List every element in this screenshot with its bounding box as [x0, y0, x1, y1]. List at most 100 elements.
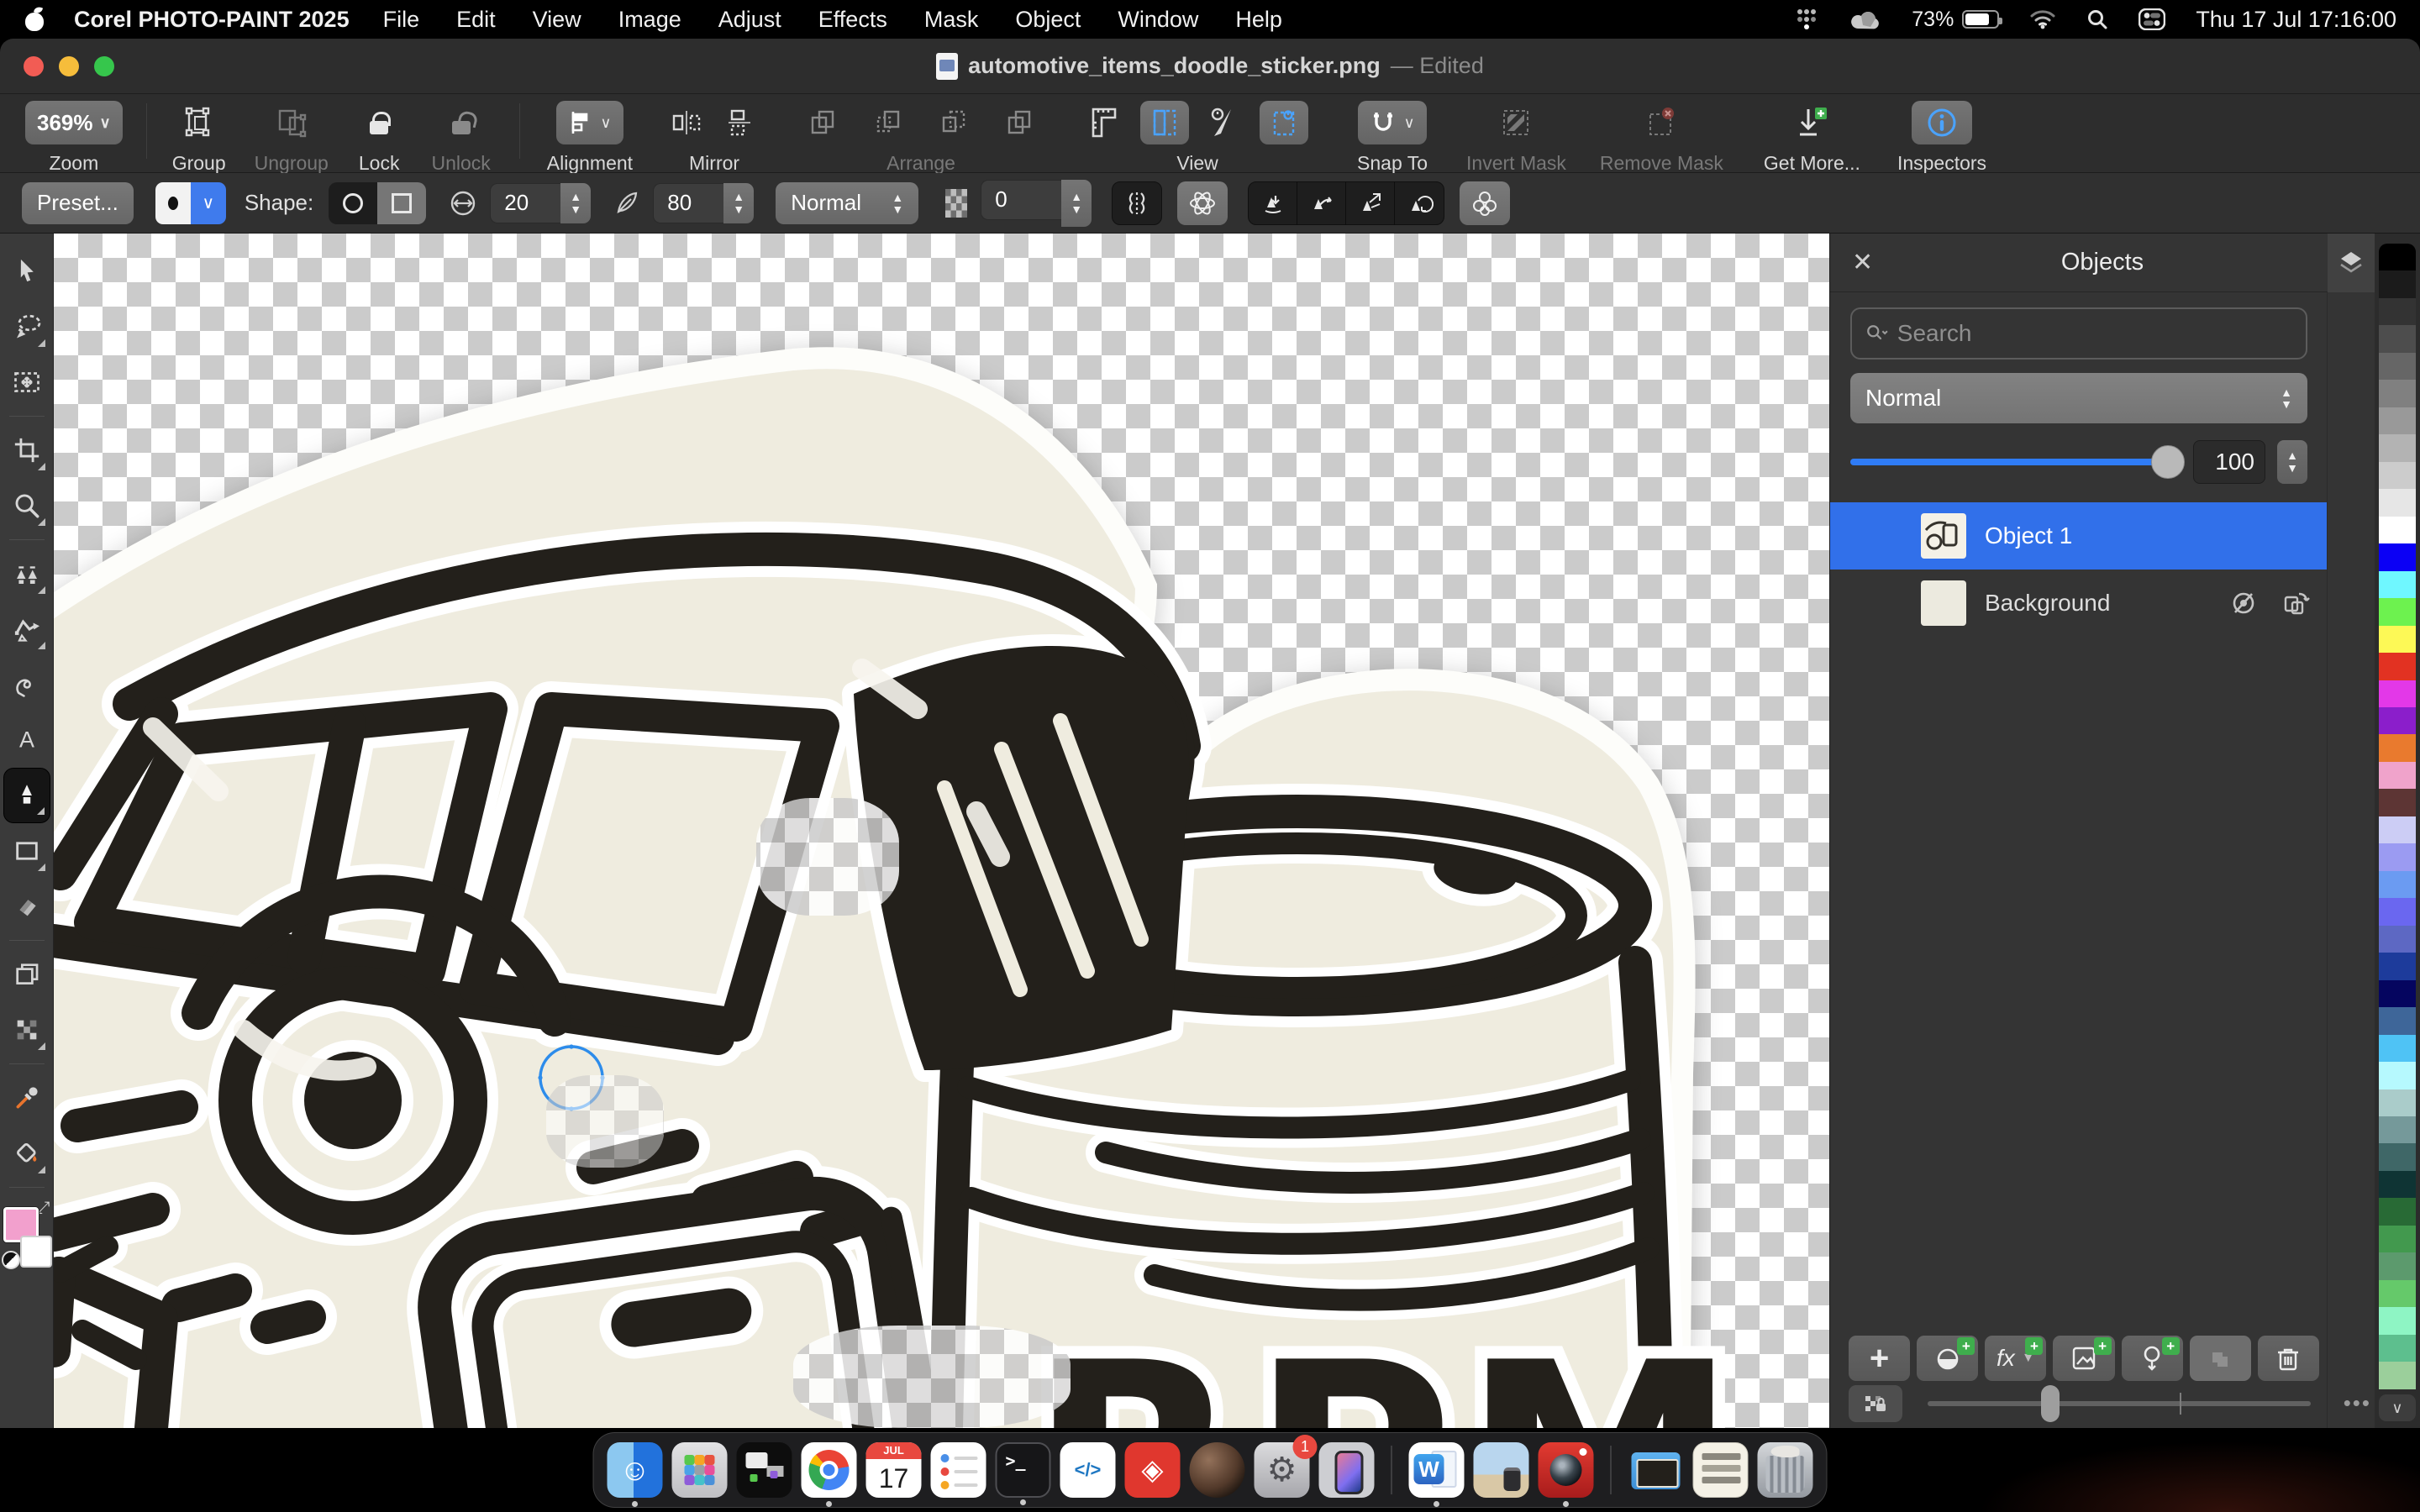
drop-shadow-button[interactable]: + [2122, 1336, 2183, 1381]
palette-swatch[interactable] [2379, 244, 2416, 270]
dock-icon-terminal[interactable]: >_ [996, 1442, 1051, 1498]
menu-clock[interactable]: Thu 17 Jul 17:16:00 [2196, 7, 2396, 33]
more-options-button[interactable]: ••• [2344, 1390, 2371, 1416]
palette-swatch[interactable] [2379, 598, 2416, 625]
palette-swatch[interactable] [2379, 1307, 2416, 1334]
swap-colors-icon[interactable]: ⤢ [37, 1199, 50, 1218]
opacity-stepper[interactable]: ▲▼ [2277, 440, 2307, 484]
dock-icon-vscode[interactable]: </> [1060, 1442, 1116, 1498]
ruler-toggle-button[interactable] [1086, 104, 1123, 141]
dock-icon-calendar[interactable]: JUL17 [866, 1442, 922, 1498]
mask-ellipse-tool[interactable] [3, 299, 50, 354]
symmetry-button[interactable] [1177, 181, 1228, 225]
palette-swatch[interactable] [2379, 762, 2416, 789]
palette-swatch[interactable] [2379, 707, 2416, 734]
feather-value[interactable]: 80 [653, 183, 723, 223]
new-from-mask-button[interactable]: + [2053, 1336, 2114, 1381]
dock-icon-trash[interactable] [1758, 1442, 1813, 1498]
shape-edit-tool[interactable] [3, 601, 50, 657]
grid-dots-icon[interactable] [1794, 7, 1819, 32]
palette-swatch[interactable] [2379, 789, 2416, 816]
dock-icon-chrome[interactable] [802, 1442, 857, 1498]
menu-item-window[interactable]: Window [1118, 7, 1198, 33]
lock-transparency-button[interactable] [1849, 1385, 1902, 1422]
nib-size-stepper[interactable]: ▲▼ [560, 183, 591, 223]
zoom-level-button[interactable]: 369%∨ [25, 101, 123, 144]
zoom-tool[interactable] [3, 478, 50, 533]
mirror-vertical-button[interactable] [725, 106, 759, 139]
wifi-icon[interactable] [2029, 9, 2056, 29]
palette-swatch[interactable] [2379, 353, 2416, 380]
dock-icon-windows[interactable] [737, 1442, 792, 1498]
transparency-value[interactable]: 0 [981, 180, 1061, 220]
palette-swatch[interactable] [2379, 626, 2416, 653]
palette-swatch[interactable] [2379, 1171, 2416, 1198]
alignment-button[interactable]: ∨ [556, 101, 623, 144]
dock-icon-finder[interactable]: ☺ [608, 1442, 663, 1498]
palette-swatch[interactable] [2379, 1007, 2416, 1034]
mirror-horizontal-button[interactable] [670, 106, 703, 139]
round-nib-option[interactable] [329, 182, 377, 224]
palette-swatch[interactable] [2379, 1089, 2416, 1116]
nib-size-spinner[interactable]: 20 ▲▼ [490, 183, 591, 223]
group-button[interactable]: Group [172, 100, 226, 175]
palette-swatch[interactable] [2379, 325, 2416, 352]
palette-swatch[interactable] [2379, 653, 2416, 680]
feather-spinner[interactable]: 80 ▲▼ [653, 183, 754, 223]
menu-item-mask[interactable]: Mask [924, 7, 979, 33]
battery-indicator[interactable]: 73% [1912, 8, 1999, 32]
palette-swatch[interactable] [2379, 680, 2416, 707]
menu-item-image[interactable]: Image [618, 7, 681, 33]
object-row-object-1[interactable]: Object 1 [1830, 502, 2328, 570]
palette-swatch[interactable] [2379, 1280, 2416, 1307]
new-object-button[interactable]: + [1849, 1336, 1910, 1381]
app-menu-title[interactable]: Corel PHOTO-PAINT 2025 [74, 7, 350, 33]
dock-icon-planet[interactable] [1190, 1442, 1245, 1498]
palette-swatch[interactable] [2379, 1335, 2416, 1362]
eyedropper-tool[interactable] [3, 1070, 50, 1126]
reset-colors-icon[interactable] [2, 1251, 20, 1269]
opacity-slider[interactable] [1850, 459, 2181, 465]
delete-object-button[interactable] [2258, 1336, 2319, 1381]
palette-swatch[interactable] [2379, 298, 2416, 325]
palette-swatch[interactable] [2379, 980, 2416, 1007]
proof-colors-button[interactable] [1206, 104, 1243, 141]
smear-tool[interactable] [3, 657, 50, 712]
nib-size-value[interactable]: 20 [490, 183, 560, 223]
palette-swatch[interactable] [2379, 926, 2416, 953]
menu-item-edit[interactable]: Edit [456, 7, 496, 33]
clone-tool[interactable] [3, 546, 50, 601]
menu-item-view[interactable]: View [533, 7, 581, 33]
new-lens-button[interactable]: + [1917, 1336, 1978, 1381]
palette-swatch[interactable] [2379, 1143, 2416, 1170]
palette-swatch[interactable] [2379, 380, 2416, 407]
thumbnail-size-slider[interactable] [1928, 1401, 2311, 1406]
menu-item-effects[interactable]: Effects [818, 7, 887, 33]
palette-swatch[interactable] [2379, 434, 2416, 461]
lock-button[interactable]: Lock [359, 100, 400, 175]
dock-icon-photopaint[interactable] [1539, 1442, 1594, 1498]
freehand-smooth-button[interactable] [1346, 181, 1395, 225]
canvas[interactable]: RPM RPM [54, 234, 1829, 1428]
nib-shape-toggle[interactable] [329, 182, 426, 224]
nib-dropdown-button[interactable]: ∨ [191, 182, 226, 224]
palette-swatch[interactable] [2379, 407, 2416, 434]
palette-swatch[interactable] [2379, 1226, 2416, 1252]
dock-icon-diamond[interactable]: ◈ [1125, 1442, 1181, 1498]
eraser-tool[interactable] [3, 879, 50, 934]
add-effect-button[interactable]: fx▼ + [1985, 1336, 2046, 1381]
search-input[interactable] [1897, 320, 2292, 347]
page-border-button[interactable] [1260, 101, 1308, 144]
palette-swatch[interactable] [2379, 1116, 2416, 1143]
rectangle-tool[interactable] [3, 823, 50, 879]
palette-swatch[interactable] [2379, 543, 2416, 570]
fill-tool[interactable] [3, 1126, 50, 1181]
palette-swatch[interactable] [2379, 270, 2416, 297]
visibility-off-icon[interactable] [2228, 590, 2259, 617]
thumbnail-size-knob[interactable] [2041, 1385, 2060, 1422]
pick-tool[interactable] [3, 244, 50, 299]
dock-icon-iphone[interactable] [1319, 1442, 1375, 1498]
palette-swatch[interactable] [2379, 953, 2416, 979]
palette-swatch[interactable] [2379, 871, 2416, 898]
dab-stroke-button[interactable] [1249, 181, 1297, 225]
